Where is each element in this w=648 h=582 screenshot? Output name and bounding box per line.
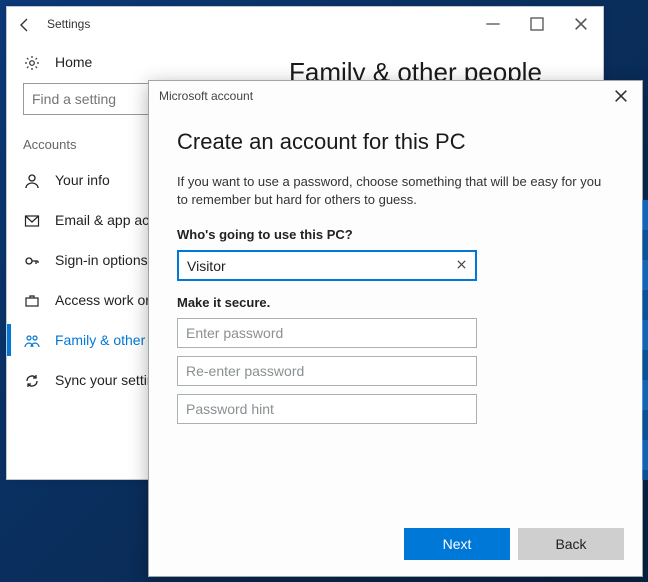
close-icon [613,88,629,104]
user-icon [23,171,41,188]
close-button[interactable] [559,7,603,41]
dialog-heading: Create an account for this PC [177,129,614,155]
briefcase-icon [23,291,41,308]
dialog-window-title: Microsoft account [149,89,600,103]
password-input[interactable] [177,318,477,348]
dialog-close-button[interactable] [600,88,642,105]
maximize-icon [529,16,545,32]
home-label: Home [55,54,92,70]
password-confirm-input[interactable] [177,356,477,386]
family-icon [23,331,41,348]
clear-icon [456,259,467,270]
sidebar-item-label: Your info [55,172,110,188]
dialog-description: If you want to use a password, choose so… [177,173,614,209]
maximize-button[interactable] [515,7,559,41]
username-field-wrap [177,250,477,281]
close-icon [573,16,589,32]
minimize-button[interactable] [471,7,515,41]
settings-titlebar: Settings [7,7,603,41]
back-button[interactable]: Back [518,528,624,560]
next-button[interactable]: Next [404,528,510,560]
key-icon [23,251,41,268]
taskbar-peek [642,200,648,480]
password-hint-input[interactable] [177,394,477,424]
gear-icon [23,53,41,70]
home-row[interactable]: Home [7,41,269,83]
back-arrow-icon [17,17,33,33]
dialog-footer: Next Back [149,516,642,576]
secure-label: Make it secure. [177,295,614,310]
sidebar-item-label: Sign-in options [55,252,148,268]
settings-window-title: Settings [43,17,471,31]
dialog-titlebar: Microsoft account [149,81,642,111]
minimize-icon [485,16,501,32]
dialog-content: Create an account for this PC If you wan… [149,111,642,516]
clear-input-button[interactable] [447,258,475,273]
back-button[interactable] [7,15,43,32]
username-input[interactable] [179,252,447,279]
window-controls [471,7,603,41]
ms-account-dialog: Microsoft account Create an account for … [148,80,643,577]
mail-icon [23,211,41,228]
sync-icon [23,371,41,388]
who-label: Who's going to use this PC? [177,227,614,242]
